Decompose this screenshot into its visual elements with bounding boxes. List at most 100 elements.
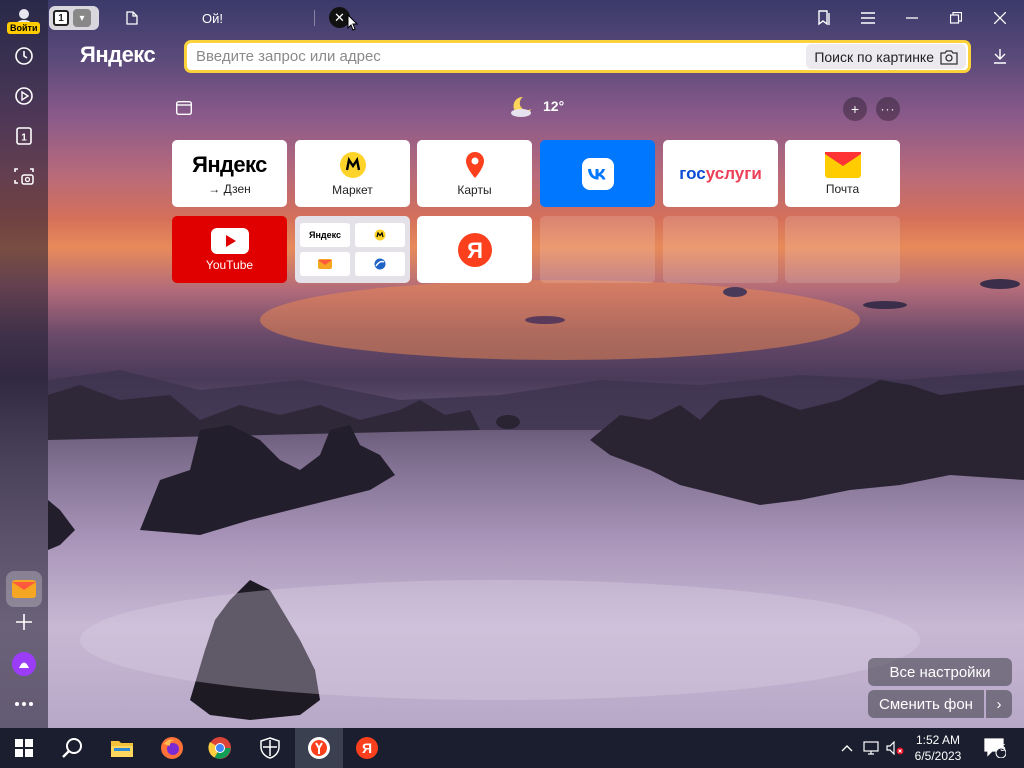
taskbar-file-explorer[interactable] — [98, 728, 146, 768]
tile-label: Маркет — [332, 182, 373, 197]
minimize-icon — [906, 17, 918, 19]
yandex-logo[interactable]: Яндекс — [80, 42, 156, 68]
volume-muted-icon — [886, 741, 904, 755]
clock-date: 6/5/2023 — [914, 749, 962, 763]
play-icon — [15, 87, 33, 105]
search-input[interactable] — [196, 48, 807, 65]
image-search-label: Поиск по картинке — [814, 48, 934, 65]
tray-volume[interactable] — [884, 728, 906, 768]
history-button[interactable] — [8, 40, 40, 72]
close-icon — [994, 12, 1006, 24]
tabs-button[interactable]: 1 — [8, 120, 40, 152]
next-background-button[interactable]: › — [986, 690, 1012, 718]
start-button[interactable] — [0, 728, 48, 768]
svg-text:1: 1 — [21, 133, 27, 144]
tile-mail[interactable]: Почта — [785, 140, 900, 207]
tile-gosuslugi[interactable]: госуслуги — [663, 140, 778, 207]
chrome-icon — [208, 737, 231, 759]
tile-youtube[interactable]: YouTube — [172, 216, 287, 283]
add-icon — [16, 614, 32, 630]
mail-button[interactable] — [6, 571, 42, 607]
camera-icon — [940, 49, 958, 65]
video-button[interactable] — [8, 80, 40, 112]
downloads-button[interactable] — [988, 44, 1012, 68]
weather-widget[interactable]: 12° — [509, 94, 564, 118]
tile-ya[interactable]: Я — [417, 216, 532, 283]
tile-empty[interactable] — [540, 216, 655, 283]
tile-label: YouTube — [205, 257, 254, 272]
tab-page-icon[interactable] — [126, 6, 138, 30]
tile-yandex-dzen[interactable]: Яндекс → Дзен — [172, 140, 287, 207]
svg-text:Я: Я — [362, 740, 372, 756]
mini-yandex-tile: Яндекс — [300, 223, 350, 247]
tab-count: 1 — [53, 10, 69, 26]
vk-icon — [581, 157, 614, 190]
tile-maps[interactable]: Карты — [417, 140, 532, 207]
address-bar[interactable]: Поиск по картинке — [184, 40, 971, 73]
mini-disk-tile — [355, 252, 405, 276]
mini-market-tile — [355, 223, 405, 247]
clock-time: 1:52 AM — [915, 733, 961, 747]
restore-button[interactable] — [942, 6, 970, 30]
plus-icon: + — [850, 101, 860, 117]
tile-vk[interactable] — [540, 140, 655, 207]
restore-icon — [950, 12, 962, 24]
download-icon — [994, 49, 1006, 64]
tile-label: Карты — [457, 182, 492, 197]
tab-active-title[interactable]: Ой! — [202, 6, 223, 30]
tile-label: Почта — [825, 181, 860, 196]
mail-icon — [12, 580, 36, 598]
tableau-more-button[interactable]: ··· — [876, 97, 900, 121]
taskbar-firefox[interactable] — [148, 728, 196, 768]
tile-empty[interactable] — [785, 216, 900, 283]
alice-button[interactable] — [8, 648, 40, 680]
window-close-button[interactable] — [986, 6, 1014, 30]
disk-icon — [374, 258, 386, 270]
tile-empty[interactable] — [663, 216, 778, 283]
window-icon — [176, 101, 192, 115]
document-icon — [126, 11, 138, 25]
tile-yandex-group[interactable]: Яндекс — [295, 216, 410, 283]
map-pin-icon — [465, 151, 484, 178]
screenshot-button[interactable] — [8, 160, 40, 192]
menu-button[interactable] — [854, 6, 882, 30]
search-icon — [62, 738, 82, 758]
taskbar-yandex-browser[interactable] — [295, 728, 343, 768]
bookmarks-button[interactable] — [810, 6, 838, 30]
sidebar: Войти 1 — [0, 0, 48, 728]
taskbar-clock[interactable]: 1:52 AM 6/5/2023 — [908, 732, 968, 764]
more-button[interactable] — [8, 688, 40, 720]
taskbar-search-button[interactable] — [48, 728, 96, 768]
more-icon — [15, 702, 33, 706]
tab-separator — [314, 10, 315, 26]
weather-temperature: 12° — [543, 98, 565, 114]
tile-market[interactable]: Маркет — [295, 140, 410, 207]
tray-expand-button[interactable] — [836, 728, 858, 768]
taskbar-yandex[interactable]: Я — [343, 728, 391, 768]
more-icon: ··· — [880, 102, 896, 116]
market-icon — [374, 229, 386, 241]
tile-label: → Дзен — [208, 181, 251, 196]
taskbar-chrome[interactable] — [196, 728, 244, 768]
tab-counter-button[interactable]: 1 ▾ — [49, 6, 99, 30]
alice-icon — [12, 652, 36, 676]
gallery-button[interactable] — [175, 100, 193, 116]
all-settings-button[interactable]: Все настройки — [868, 658, 1012, 686]
hamburger-icon — [861, 12, 875, 24]
minimize-button[interactable] — [898, 6, 926, 30]
tray-network[interactable] — [860, 728, 882, 768]
market-icon — [339, 151, 366, 178]
taskbar-security[interactable] — [246, 728, 294, 768]
mini-mail-tile — [300, 252, 350, 276]
login-badge[interactable]: Войти — [7, 22, 41, 34]
notification-center-button[interactable]: 5 — [978, 728, 1012, 768]
add-panel-button[interactable] — [8, 606, 40, 638]
screenshot-icon — [14, 168, 34, 185]
chevron-right-icon: › — [996, 695, 1002, 713]
mail-icon — [824, 151, 861, 178]
bookmarks-icon — [818, 10, 830, 26]
tile-group-grid: Яндекс — [300, 223, 405, 276]
image-search-button[interactable]: Поиск по картинке — [806, 44, 966, 69]
add-tile-button[interactable]: + — [843, 97, 867, 121]
change-background-button[interactable]: Сменить фон — [868, 690, 984, 718]
